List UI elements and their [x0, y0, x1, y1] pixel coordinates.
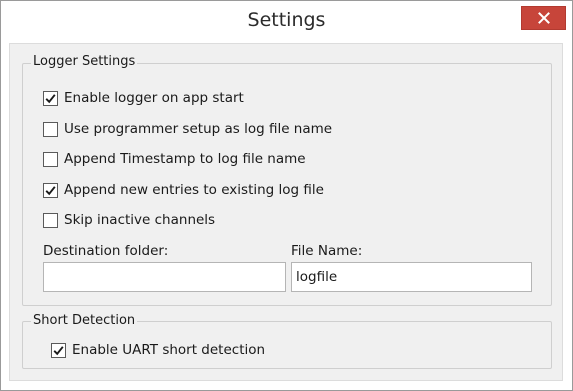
checkbox-append-timestamp[interactable] — [43, 151, 58, 167]
label-append-entries: Append new entries to existing log file — [64, 182, 324, 198]
label-skip-inactive: Skip inactive channels — [64, 212, 216, 228]
close-icon — [537, 12, 550, 24]
title-bar[interactable]: Settings — [1, 1, 572, 43]
logger-settings-title: Logger Settings — [31, 54, 138, 69]
close-button[interactable] — [521, 6, 566, 30]
short-detection-title: Short Detection — [31, 313, 138, 328]
label-append-timestamp: Append Timestamp to log file name — [64, 151, 306, 167]
option-uart-short-detection[interactable]: Enable UART short detection — [51, 342, 265, 358]
destination-folder-input[interactable] — [43, 262, 286, 292]
checkbox-append-entries[interactable] — [43, 182, 58, 198]
option-programmer-setup-name[interactable]: Use programmer setup as log file name — [43, 121, 332, 137]
option-append-timestamp[interactable]: Append Timestamp to log file name — [43, 151, 306, 167]
file-name-label: File Name: — [291, 243, 363, 259]
checkbox-programmer-setup-name[interactable] — [43, 121, 58, 137]
option-enable-logger[interactable]: Enable logger on app start — [43, 90, 244, 106]
option-append-entries[interactable]: Append new entries to existing log file — [43, 182, 324, 198]
checkbox-enable-logger[interactable] — [43, 90, 58, 106]
file-name-input[interactable] — [291, 262, 532, 292]
settings-window: Settings Logger Settings Enable logger o… — [0, 0, 573, 391]
label-programmer-setup-name: Use programmer setup as log file name — [64, 121, 333, 137]
window-title: Settings — [247, 9, 326, 31]
label-uart-short-detection: Enable UART short detection — [72, 342, 266, 358]
checkmark-icon — [45, 185, 56, 195]
destination-folder-label: Destination folder: — [43, 243, 169, 259]
checkbox-uart-short-detection[interactable] — [51, 342, 66, 358]
checkmark-icon — [53, 345, 64, 355]
dialog-body: Logger Settings Enable logger on app sta… — [9, 43, 563, 381]
checkbox-skip-inactive[interactable] — [43, 212, 58, 228]
checkmark-icon — [45, 93, 56, 103]
label-enable-logger: Enable logger on app start — [64, 90, 244, 106]
option-skip-inactive[interactable]: Skip inactive channels — [43, 212, 215, 228]
